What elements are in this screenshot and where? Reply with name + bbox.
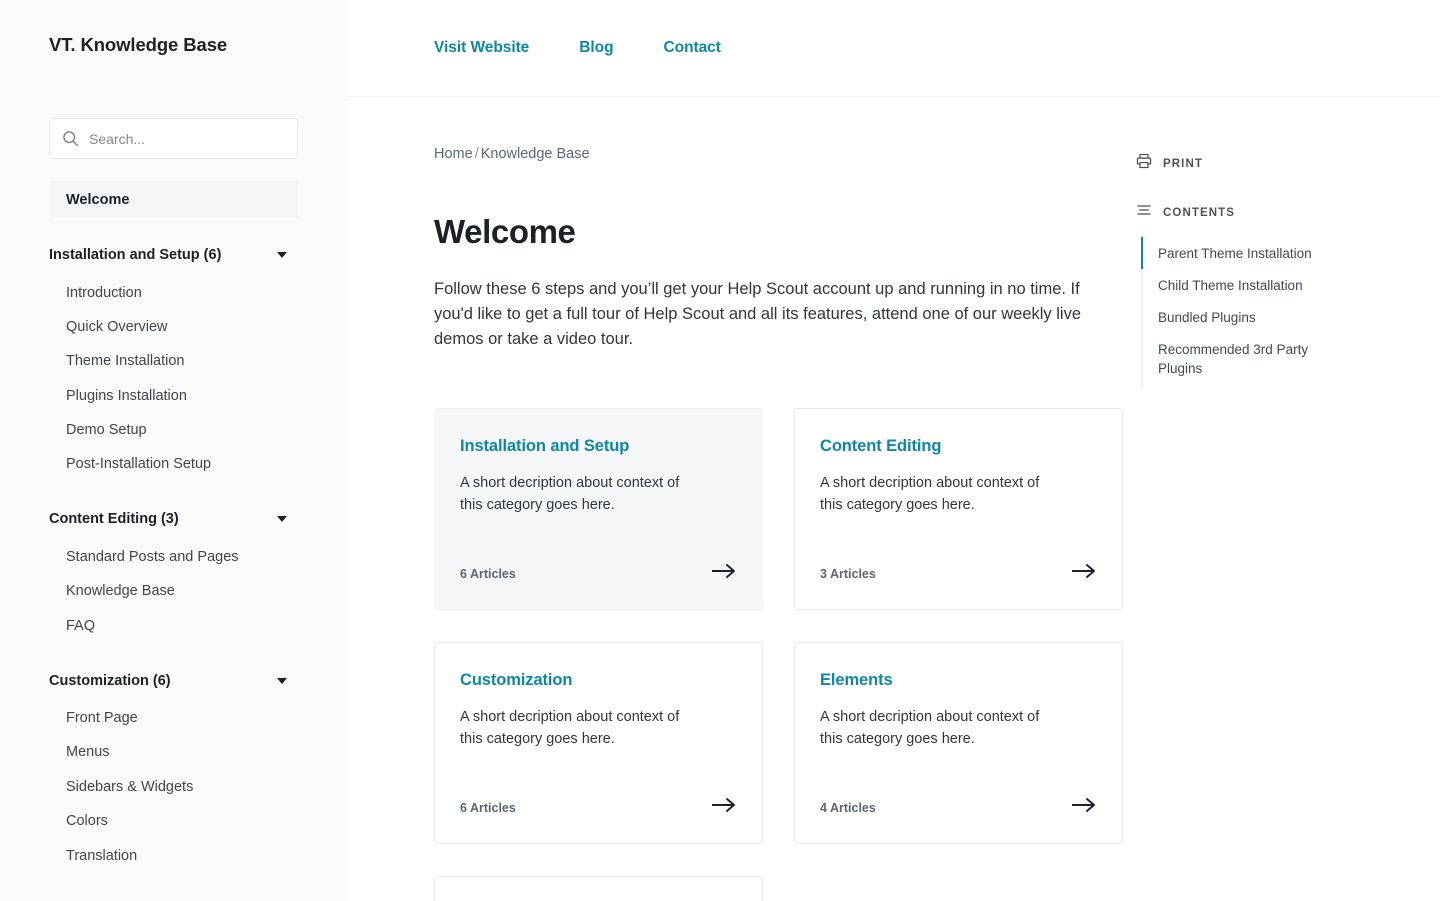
contents-label: CONTENTS bbox=[1163, 206, 1236, 219]
sidebar-section-content-editing: Content Editing (3) Standard Posts and P… bbox=[49, 504, 298, 643]
sidebar-section-links: Standard Posts and Pages Knowledge Base … bbox=[49, 540, 298, 643]
sidebar-item-faq[interactable]: FAQ bbox=[49, 609, 298, 643]
card-footer: 3 Articles bbox=[820, 563, 1097, 584]
toc-item-parent-theme-installation[interactable]: Parent Theme Installation bbox=[1141, 237, 1321, 270]
card-footer: 6 Articles bbox=[460, 563, 737, 584]
main-content: Visit Website Blog Contact Home / Knowledg… bbox=[346, 0, 1440, 901]
sidebar-section-title: Content Editing (3) bbox=[49, 511, 179, 528]
category-card-content-editing[interactable]: Content Editing A short decription about… bbox=[794, 408, 1123, 611]
sidebar-section-title: Customization (6) bbox=[49, 672, 171, 689]
card-footer: 6 Articles bbox=[460, 797, 737, 818]
sidebar-section-installation-and-setup: Installation and Setup (6) Introduction … bbox=[49, 240, 298, 482]
toc-item-child-theme-installation[interactable]: Child Theme Installation bbox=[1141, 269, 1321, 301]
print-label: PRINT bbox=[1163, 157, 1203, 170]
sidebar-nav: Welcome Installation and Setup (6) Intro… bbox=[0, 181, 346, 873]
category-card-grid: Installation and Setup A short decriptio… bbox=[434, 408, 1123, 901]
sidebar-item-theme-installation[interactable]: Theme Installation bbox=[49, 345, 298, 379]
card-footer: 4 Articles bbox=[820, 797, 1097, 818]
card-title: Installation and Setup bbox=[460, 437, 630, 456]
caret-down-icon[interactable] bbox=[277, 516, 287, 523]
sidebar-section-links: Front Page Menus Sidebars & Widgets Colo… bbox=[49, 702, 298, 874]
article-column: Home / Knowledge Base Welcome Follow these… bbox=[346, 97, 1136, 901]
page-title: Welcome bbox=[434, 213, 576, 250]
category-card-elements[interactable]: Elements A short decription about contex… bbox=[794, 642, 1123, 845]
left-sidebar: VT. Knowledge Base Welcome Installation … bbox=[0, 0, 346, 901]
sidebar-item-front-page[interactable]: Front Page bbox=[49, 702, 298, 736]
arrow-right-icon[interactable] bbox=[711, 797, 737, 818]
printer-icon bbox=[1136, 153, 1152, 174]
topnav-link-contact[interactable]: Contact bbox=[664, 39, 721, 57]
sidebar-item-demo-setup[interactable]: Demo Setup bbox=[49, 414, 298, 448]
card-description: A short decription about context of this… bbox=[820, 475, 1040, 513]
content-row: Home / Knowledge Base Welcome Follow these… bbox=[346, 97, 1440, 901]
intro-paragraph: Follow these 6 steps and you’ll get your… bbox=[434, 280, 1082, 349]
site-brand-title: VT. Knowledge Base bbox=[49, 34, 228, 55]
card-description: A short decription about context of this… bbox=[460, 475, 680, 513]
arrow-right-icon[interactable] bbox=[1071, 797, 1097, 818]
sidebar-section-header[interactable]: Customization (6) bbox=[49, 666, 298, 696]
sidebar-section-links: Introduction Quick Overview Theme Instal… bbox=[49, 276, 298, 482]
breadcrumb-link-home[interactable]: Home bbox=[434, 146, 473, 162]
print-button[interactable]: PRINT bbox=[1136, 153, 1366, 174]
breadcrumb-separator: / bbox=[474, 146, 479, 162]
search-icon bbox=[62, 130, 79, 147]
sidebar-section-header[interactable]: Installation and Setup (6) bbox=[49, 240, 298, 270]
topnav-link-blog[interactable]: Blog bbox=[579, 39, 613, 57]
search-box[interactable] bbox=[49, 118, 298, 159]
sidebar-item-plugins-installation[interactable]: Plugins Installation bbox=[49, 379, 298, 413]
sidebar-item-menus[interactable]: Menus bbox=[49, 736, 298, 770]
breadcrumb-current: Knowledge Base bbox=[480, 146, 590, 162]
card-article-count: 3 Articles bbox=[820, 566, 876, 581]
category-card-installation-and-setup[interactable]: Installation and Setup A short decriptio… bbox=[434, 408, 763, 611]
card-article-count: 4 Articles bbox=[820, 800, 876, 815]
sidebar-item-translation[interactable]: Translation bbox=[49, 839, 298, 873]
breadcrumb: Home / Knowledge Base bbox=[434, 146, 1136, 162]
toc-item-recommended-3rd-party-plugins[interactable]: Recommended 3rd Party Plugins bbox=[1141, 333, 1321, 384]
sidebar-item-standard-posts-and-pages[interactable]: Standard Posts and Pages bbox=[49, 540, 298, 574]
card-title: Customization bbox=[460, 671, 573, 690]
card-description: A short decription about context of this… bbox=[820, 709, 1040, 747]
contents-header[interactable]: CONTENTS bbox=[1136, 202, 1366, 223]
category-card-next-row-partial[interactable] bbox=[434, 876, 763, 901]
top-navigation-bar: Visit Website Blog Contact bbox=[346, 0, 1440, 97]
sidebar-section-title: Installation and Setup (6) bbox=[49, 247, 222, 263]
card-article-count: 6 Articles bbox=[460, 800, 516, 815]
sidebar-item-sidebars-and-widgets[interactable]: Sidebars & Widgets bbox=[49, 770, 298, 804]
sidebar-item-welcome[interactable]: Welcome bbox=[49, 181, 298, 218]
card-article-count: 6 Articles bbox=[460, 566, 516, 581]
arrow-right-icon[interactable] bbox=[1071, 563, 1097, 584]
right-rail: PRINT CONTENTS Parent Theme Installation… bbox=[1136, 97, 1366, 901]
sidebar-item-label: Welcome bbox=[66, 191, 130, 208]
table-of-contents: Parent Theme Installation Child Theme In… bbox=[1141, 234, 1366, 388]
caret-down-icon[interactable] bbox=[277, 677, 287, 684]
card-title: Content Editing bbox=[820, 437, 942, 456]
card-title: Elements bbox=[820, 671, 893, 690]
category-card-customization[interactable]: Customization A short decription about c… bbox=[434, 642, 763, 845]
sidebar-item-post-installation-setup[interactable]: Post-Installation Setup bbox=[49, 448, 298, 482]
sidebar-item-introduction[interactable]: Introduction bbox=[49, 276, 298, 310]
sidebar-section-customization: Customization (6) Front Page Menus Sideb… bbox=[49, 666, 298, 874]
knowledge-base-page: VT. Knowledge Base Welcome Installation … bbox=[0, 0, 1440, 901]
arrow-right-icon[interactable] bbox=[711, 563, 737, 584]
sidebar-search-area bbox=[0, 56, 346, 159]
sidebar-item-colors[interactable]: Colors bbox=[49, 805, 298, 839]
topnav-link-visit-website[interactable]: Visit Website bbox=[434, 39, 529, 57]
sidebar-item-quick-overview[interactable]: Quick Overview bbox=[49, 310, 298, 344]
list-icon bbox=[1136, 202, 1152, 223]
toc-item-bundled-plugins[interactable]: Bundled Plugins bbox=[1141, 301, 1321, 333]
caret-down-icon[interactable] bbox=[277, 252, 287, 258]
sidebar-section-header[interactable]: Content Editing (3) bbox=[49, 504, 298, 534]
search-input[interactable] bbox=[89, 130, 285, 147]
sidebar-item-knowledge-base[interactable]: Knowledge Base bbox=[49, 575, 298, 609]
card-description: A short decription about context of this… bbox=[460, 709, 680, 747]
contents-section: CONTENTS Parent Theme Installation Child… bbox=[1136, 202, 1366, 388]
